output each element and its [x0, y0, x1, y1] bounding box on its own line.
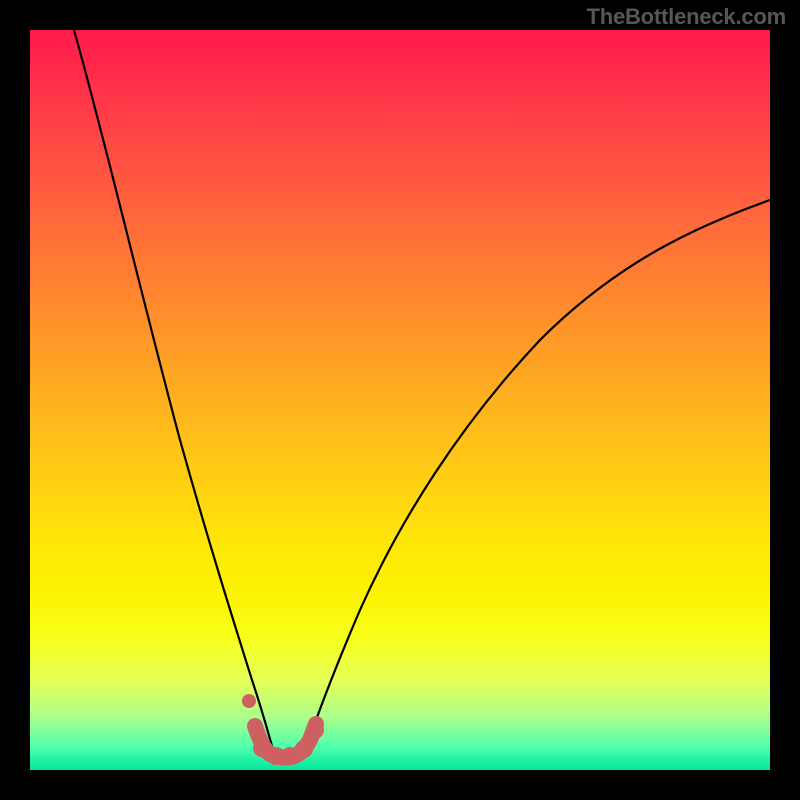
attribution-label: TheBottleneck.com: [586, 4, 786, 30]
highlight-min-region: [242, 694, 324, 765]
curve-svg: [30, 30, 770, 770]
plot-area: [30, 30, 770, 770]
curve-right-branch: [307, 200, 770, 746]
chart-frame: TheBottleneck.com: [0, 0, 800, 800]
curve-left-branch: [74, 30, 272, 746]
